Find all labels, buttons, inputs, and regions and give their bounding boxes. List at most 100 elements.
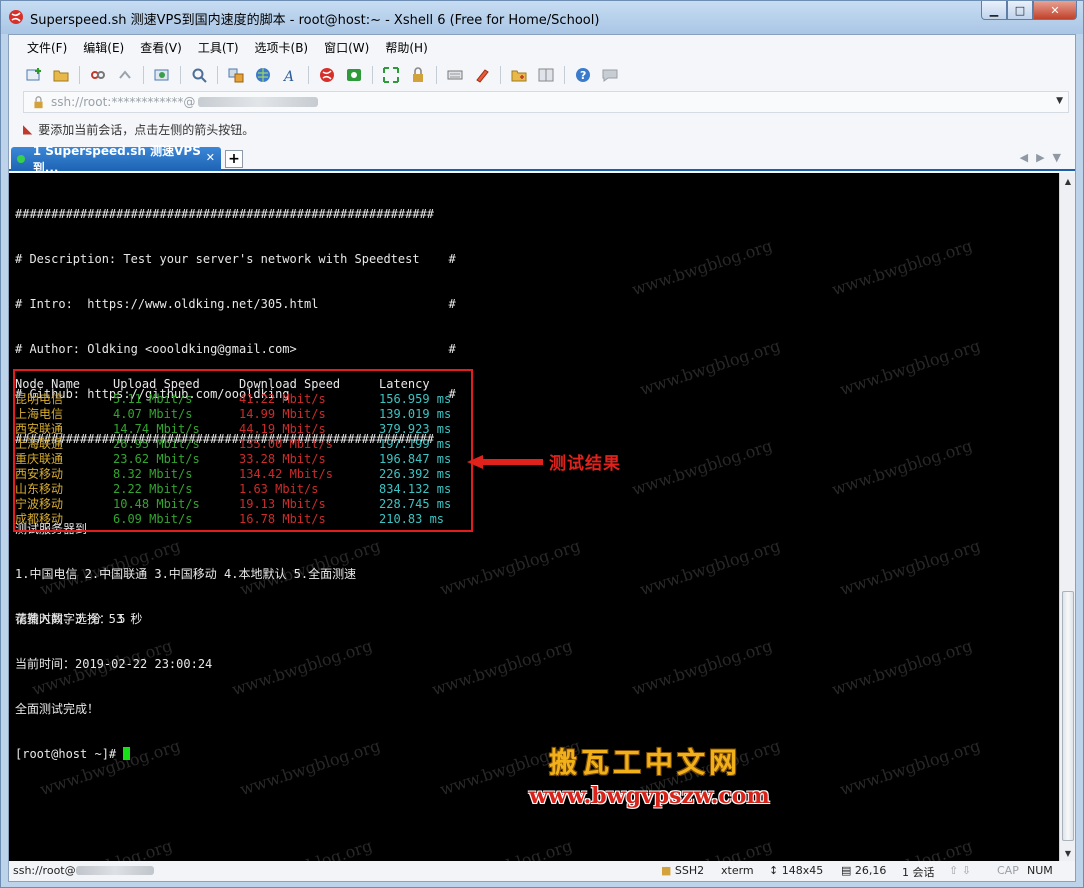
globe-icon[interactable] [254, 66, 272, 84]
menu-window[interactable]: 窗口(W) [324, 39, 369, 56]
address-text: ssh://root:************@ [51, 95, 196, 109]
terminal[interactable]: www.bwgblog.org www.bwgblog.org www.bwgblo… [9, 173, 1059, 861]
lock-icon[interactable] [409, 66, 427, 84]
tab-bar: 1 Superspeed.sh 测速VPS到... ✕ + ◀▶▼ [9, 144, 1075, 175]
font-icon[interactable]: A [281, 66, 299, 84]
xshell-logo-icon [9, 10, 23, 24]
menu-bar: 文件(F) 编辑(E) 查看(V) 工具(T) 选项卡(B) 窗口(W) 帮助(… [9, 35, 1075, 59]
toolbar-separator [308, 66, 309, 84]
watermark-text: www.bwgblog.org [829, 435, 975, 500]
scroll-up-icon[interactable]: ▲ [1060, 173, 1076, 189]
menu-view[interactable]: 查看(V) [140, 39, 182, 56]
menu-file[interactable]: 文件(F) [27, 39, 67, 56]
client-area: 文件(F) 编辑(E) 查看(V) 工具(T) 选项卡(B) 窗口(W) 帮助(… [8, 34, 1076, 882]
open-folder-icon[interactable] [52, 66, 70, 84]
status-num: NUM [1027, 864, 1053, 877]
column-header: Download Speed [239, 377, 341, 391]
cell-latency: 196.847 ms [379, 452, 452, 466]
title-bar[interactable]: Superspeed.sh 测速VPS到国内速度的脚本 - root@host:… [1, 1, 1083, 34]
xmanager-icon[interactable] [345, 66, 363, 84]
header-line: # Description: Test your server's networ… [15, 252, 456, 266]
cell-download: 14.99 Mbit/s [239, 407, 326, 421]
close-button[interactable]: ✕ [1033, 1, 1077, 20]
chevron-down-icon[interactable]: ▼ [1056, 96, 1063, 106]
hint-bar: ◣ 要添加当前会话，点击左侧的箭头按钮。 [23, 119, 254, 139]
watermark-text: www.bwgblog.org [437, 535, 583, 600]
status-caps: CAP [997, 864, 1019, 877]
watermark-text: www.bwgblog.org [829, 635, 975, 700]
watermark-text: www.bwgblog.org [237, 735, 383, 800]
status-cursor-text: 26,16 [854, 864, 887, 877]
watermark-text: www.bwgblog.org [629, 635, 775, 700]
minimize-button[interactable]: ▁ [981, 1, 1007, 20]
terminal-scrollbar[interactable]: ▲ ▼ [1059, 173, 1075, 861]
cell-upload: 2.22 Mbit/s [113, 482, 193, 496]
watermark-text: www.bwgblog.org [837, 335, 983, 400]
toolbar-separator [564, 66, 565, 84]
hint-text: 要添加当前会话，点击左侧的箭头按钮。 [38, 122, 255, 137]
maximize-button[interactable]: □ [1007, 1, 1033, 20]
highlight-icon[interactable] [473, 66, 491, 84]
resize-icon: ↕ [769, 864, 779, 877]
scroll-down-icon[interactable]: ▼ [1060, 845, 1076, 861]
watermark-text: www.bwgblog.org [837, 735, 983, 800]
cell-node: 山东移动 [15, 482, 64, 496]
chat-icon[interactable] [601, 66, 619, 84]
toolbar-separator [372, 66, 373, 84]
cell-download: 33.28 Mbit/s [239, 452, 326, 466]
cell-latency: 210.83 ms [379, 512, 445, 526]
cell-latency: 139.019 ms [379, 407, 452, 421]
properties-icon[interactable] [153, 66, 171, 84]
xftp-icon[interactable] [318, 66, 336, 84]
scrollbar-thumb[interactable] [1062, 591, 1074, 841]
address-bar[interactable]: ssh://root:************@ ▼ [23, 91, 1069, 113]
result-table: Node Name Upload Speed Download Speed La… [15, 377, 465, 527]
cell-latency: 228.745 ms [379, 497, 452, 511]
lock-icon: ■ [661, 864, 672, 877]
connected-status-icon [17, 155, 25, 163]
header-line: # Author: Oldking <oooldking@gmail.com> … [15, 342, 456, 356]
status-sessions: 1 会话 [902, 866, 935, 879]
cursor-pos-icon: ▤ [841, 864, 852, 877]
status-protocol: ■ SSH2 [661, 864, 704, 877]
add-tab-button[interactable]: + [225, 150, 243, 168]
status-term: xterm [721, 864, 754, 877]
table-row: 山东移动 2.22 Mbit/s 1.63 Mbit/s 834.132 ms [15, 482, 465, 497]
cell-latency: 226.392 ms [379, 467, 452, 481]
disconnect-icon[interactable] [89, 66, 107, 84]
lock-icon [34, 95, 43, 108]
table-row: 上海联通 26.95 Mbit/s 135.00 Mbit/s 197.199 ms [15, 437, 465, 452]
cell-node: 昆明电信 [15, 392, 64, 406]
header-line: # Intro: https://www.oldking.net/305.htm… [15, 297, 456, 311]
table-row: 西安联通 14.74 Mbit/s 44.19 Mbit/s 379.923 ms [15, 422, 465, 437]
cell-node: 西安联通 [15, 422, 64, 436]
tab-close-icon[interactable]: ✕ [206, 151, 215, 164]
transfer-icon[interactable] [227, 66, 245, 84]
help-icon[interactable]: ? [574, 66, 592, 84]
status-nav-arrows-icon[interactable]: ⇧ ⇩ [949, 864, 971, 877]
tab-nav-arrows-icon[interactable]: ◀▶▼ [1020, 151, 1069, 164]
menu-help[interactable]: 帮助(H) [385, 39, 427, 56]
window-controls: ▁ □ ✕ [981, 1, 1077, 21]
table-header: Node Name Upload Speed Download Speed La… [15, 377, 465, 392]
bookmark-arrow-icon[interactable]: ◣ [23, 122, 32, 136]
cell-upload: 4.07 Mbit/s [113, 407, 193, 421]
column-header: Latency [379, 377, 430, 391]
fullscreen-icon[interactable] [382, 66, 400, 84]
new-tab-icon[interactable] [510, 66, 528, 84]
menu-tools[interactable]: 工具(T) [198, 39, 239, 56]
menu-tabs[interactable]: 选项卡(B) [255, 39, 309, 56]
cell-node: 上海联通 [15, 437, 64, 451]
tab-session-1[interactable]: 1 Superspeed.sh 测速VPS到... ✕ [11, 144, 221, 175]
toolbar-separator [436, 66, 437, 84]
brand-url: www.bwgvpszw.com [529, 783, 770, 809]
reconnect-icon[interactable] [116, 66, 134, 84]
table-row: 成都移动 6.09 Mbit/s 16.78 Mbit/s 210.83 ms [15, 512, 465, 527]
layout-icon[interactable] [537, 66, 555, 84]
status-protocol-text: SSH2 [674, 864, 705, 877]
new-session-icon[interactable] [25, 66, 43, 84]
keyboard-icon[interactable] [446, 66, 464, 84]
menu-edit[interactable]: 编辑(E) [83, 39, 124, 56]
find-icon[interactable] [190, 66, 208, 84]
